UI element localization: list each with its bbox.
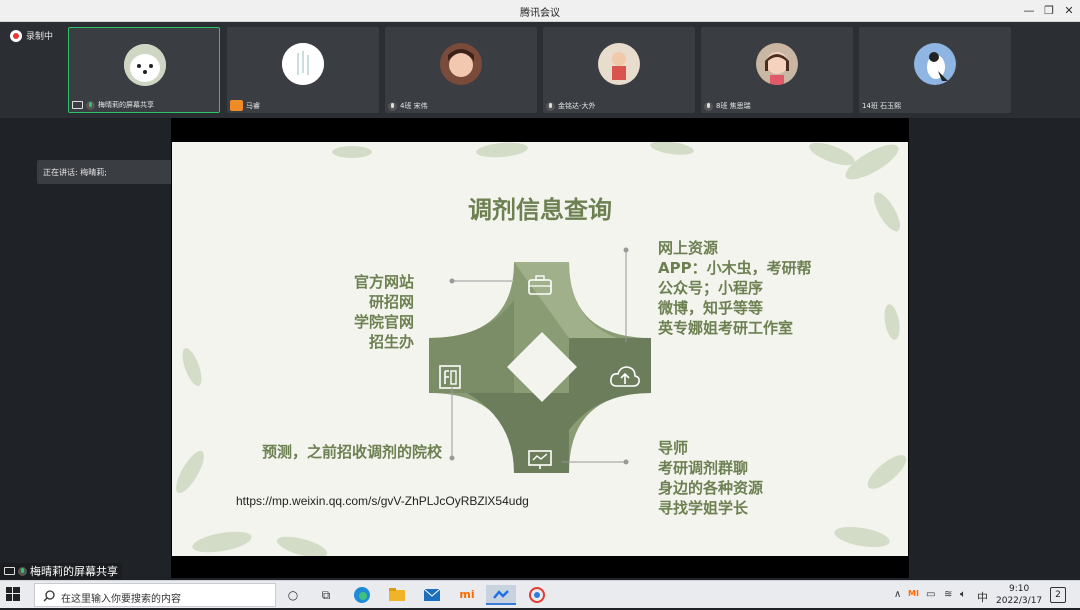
text-line: 学院官网 — [353, 313, 414, 331]
slide-url: https://mp.weixin.qq.com/s/gvV-ZhPLJcOyR… — [236, 494, 529, 508]
participant-tile[interactable]: 马睿 — [227, 27, 379, 113]
avatar — [282, 43, 324, 85]
system-clock[interactable]: 9:10 2022/3/17 — [996, 583, 1042, 607]
avatar-badge-icon — [230, 100, 243, 111]
mic-muted-icon — [546, 101, 555, 111]
top-right-text: 网上资源 APP：小木虫，考研帮 公众号；小程序 微博，知乎等等 英专娜姐考研工… — [658, 238, 858, 338]
battery-icon[interactable]: ▭ — [926, 589, 935, 600]
text-line: 公众号；小程序 — [658, 279, 764, 297]
mic-on-icon — [18, 566, 27, 576]
participant-tile[interactable]: 14班 石玉熙 — [859, 27, 1011, 113]
bird-avatar-icon — [914, 43, 956, 85]
title-bar: 腾讯会议 — ❐ ✕ — [0, 0, 1080, 22]
text-line: 身边的各种资源 — [658, 479, 764, 497]
person-avatar-icon — [756, 43, 798, 85]
mic-on-icon — [86, 100, 95, 110]
volume-icon[interactable]: 🔈︎ — [960, 589, 966, 600]
participant-tile[interactable]: 金铭达-大外 — [543, 27, 695, 113]
presentation-slide: 调剂信息查询 官方网站 研招网 学院官网 招生办 网上资源 APP：小木虫，考研… — [172, 142, 908, 556]
taskbar: 在这里输入你要搜索的内容 ○ ⧉ mi ∧ MI ▭ ≋ 🔈︎ 中 9:10 2… — [0, 580, 1080, 608]
avatar — [914, 43, 956, 85]
file-explorer-icon[interactable] — [386, 585, 408, 605]
clock-date: 2022/3/17 — [996, 596, 1043, 606]
avatar — [440, 43, 482, 85]
participant-tile[interactable]: 8班 焦思瑞 — [701, 27, 853, 113]
close-button[interactable]: ✕ — [1060, 2, 1078, 20]
window-title: 腾讯会议 — [520, 8, 560, 19]
participant-tile[interactable]: 梅晴莉的屏幕共享 — [68, 27, 220, 113]
participant-name: 金铭达-大外 — [558, 102, 596, 110]
text-line: APP：小木虫，考研帮 — [658, 259, 812, 277]
participant-name: 14班 石玉熙 — [862, 102, 902, 110]
windows-start-icon[interactable] — [6, 587, 20, 601]
recording-app-icon[interactable] — [526, 585, 548, 605]
search-placeholder: 在这里输入你要搜索的内容 — [61, 594, 181, 605]
text-line: 英专娜姐考研工作室 — [658, 319, 794, 337]
text-line: 招生办 — [368, 333, 414, 351]
tray-chevron-icon[interactable]: ∧ — [894, 589, 901, 600]
mail-icon[interactable] — [421, 585, 443, 605]
person-avatar-icon — [440, 43, 482, 85]
screen-share-banner[interactable]: 梅晴莉的屏幕共享 — [0, 563, 122, 579]
clock-time: 9:10 — [1008, 584, 1030, 594]
top-left-text: 官方网站 研招网 学院官网 招生办 — [322, 272, 414, 352]
text-line: 导师 — [658, 439, 689, 457]
taskbar-search-input[interactable]: 在这里输入你要搜索的内容 — [34, 583, 276, 607]
participant-name: 梅晴莉的屏幕共享 — [98, 101, 154, 109]
participant-name: 4班 宋伟 — [400, 102, 428, 110]
mic-muted-icon — [388, 101, 397, 111]
ime-indicator[interactable]: 中 — [977, 589, 988, 605]
bottom-left-text: 预测，之前招收调剂的院校 — [232, 442, 442, 462]
wifi-icon[interactable]: ≋ — [944, 589, 952, 600]
text-line: 预测，之前招收调剂的院校 — [261, 443, 442, 461]
text-line: 官方网站 — [353, 273, 414, 291]
edge-browser-icon[interactable] — [351, 585, 373, 605]
speaking-label: 正在讲话: 梅晴莉; — [43, 168, 107, 177]
mic-muted-icon — [704, 101, 713, 111]
screen-share-icon — [72, 101, 83, 109]
child-avatar-icon — [598, 43, 640, 85]
participant-name: 马睿 — [246, 101, 260, 110]
tencent-meeting-icon[interactable] — [486, 585, 516, 605]
dog-avatar-icon — [124, 44, 166, 86]
bottom-right-text: 导师 考研调剂群聊 身边的各种资源 寻找学姐学长 — [658, 438, 838, 518]
mi-tray-icon[interactable]: MI — [908, 589, 919, 598]
text-line: 微博，知乎等等 — [658, 299, 764, 317]
text-line: 寻找学姐学长 — [658, 499, 749, 517]
restore-button[interactable]: ❐ — [1040, 2, 1058, 20]
recording-indicator[interactable]: 录制中 — [10, 29, 53, 42]
notification-count: 2 — [1055, 590, 1061, 600]
text-line: 研招网 — [368, 293, 414, 311]
screen-share-icon — [4, 567, 15, 575]
task-view-icon[interactable]: ⧉ — [315, 585, 337, 605]
avatar — [598, 43, 640, 85]
search-icon — [43, 590, 55, 602]
notification-center-icon[interactable]: 2 — [1050, 587, 1066, 603]
avatar — [124, 44, 166, 86]
record-icon — [10, 29, 22, 42]
mi-app-icon[interactable]: mi — [456, 585, 478, 605]
minimize-button[interactable]: — — [1020, 2, 1038, 20]
share-label: 梅晴莉的屏幕共享 — [30, 565, 118, 578]
avatar — [756, 43, 798, 85]
text-line: 网上资源 — [658, 239, 719, 257]
participant-name: 8班 焦思瑞 — [716, 102, 751, 110]
text-avatar-icon — [282, 43, 324, 85]
participant-tile[interactable]: 4班 宋伟 — [385, 27, 537, 113]
text-line: 考研调剂群聊 — [658, 459, 749, 477]
recording-label: 录制中 — [26, 32, 54, 42]
cortana-icon[interactable]: ○ — [282, 585, 304, 605]
